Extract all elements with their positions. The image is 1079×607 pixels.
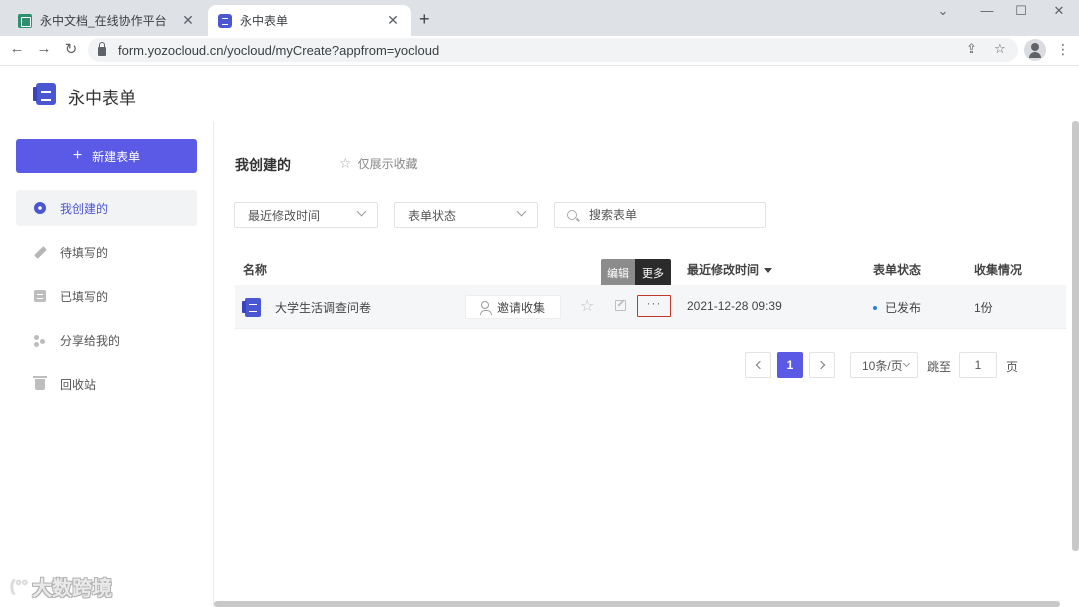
sort-select-value: 最近修改时间 [248, 208, 321, 223]
chevron-down-icon [356, 206, 367, 217]
address-bar[interactable]: form.yozocloud.cn/yocloud/myCreate?appfr… [88, 38, 1018, 62]
filled-form-icon [34, 290, 46, 302]
profile-avatar-icon[interactable] [1024, 39, 1046, 61]
tooltip-edit[interactable]: 编辑 [601, 259, 635, 287]
collected-count: 1份 [974, 301, 993, 315]
sidebar-item-shared[interactable]: 分享给我的 [16, 322, 197, 358]
favorite-star-icon[interactable]: ☆ [580, 296, 594, 316]
sidebar: + 新建表单 我创建的 待填写的 已填写的 分享给我的 回收站 [0, 121, 214, 607]
search-box[interactable] [554, 202, 766, 228]
chevron-right-icon [816, 360, 825, 370]
column-header-status: 表单状态 [873, 263, 922, 277]
tab-title: 永中表单 [240, 14, 289, 28]
minimize-icon[interactable]: — [972, 3, 1002, 18]
chevron-down-icon [516, 206, 527, 217]
chevron-down-icon [902, 359, 911, 368]
browser-tab-forms[interactable]: 永中表单 ✕ [208, 5, 411, 36]
main-content: 我创建的 ☆ 仅展示收藏 最近修改时间 表单状态 名称 最近修改时间 表单状态 … [214, 121, 1079, 607]
watermark-logo-icon: (°° [10, 577, 29, 595]
watermark-text: 大数跨境 [32, 578, 113, 600]
vertical-scrollbar[interactable] [1072, 121, 1079, 551]
pencil-icon [34, 245, 47, 259]
chevron-left-icon [755, 360, 764, 370]
sidebar-item-trash[interactable]: 回收站 [16, 366, 197, 402]
my-created-icon [34, 202, 46, 214]
next-page-button[interactable] [809, 352, 835, 378]
search-icon [567, 210, 577, 220]
tooltip-more[interactable]: 更多 [635, 259, 671, 287]
invite-collect-button[interactable]: 邀请收集 [465, 295, 561, 319]
plus-icon: + [72, 147, 83, 164]
invite-collect-label: 邀请收集 [496, 300, 545, 315]
tab-search-chevron-icon[interactable]: ⌄ [928, 3, 958, 19]
star-outline-icon: ☆ [339, 155, 352, 171]
sidebar-item-label: 待填写的 [60, 245, 109, 260]
favorites-filter-label: 仅展示收藏 [357, 157, 418, 171]
new-form-button[interactable]: + 新建表单 [16, 139, 197, 173]
new-form-label: 新建表单 [92, 149, 141, 164]
browser-tab-docs[interactable]: 永中文档_在线协作平台 ✕ [8, 5, 206, 36]
status-dot-icon [873, 305, 877, 310]
sidebar-item-filled[interactable]: 已填写的 [16, 278, 197, 314]
form-icon [242, 298, 261, 317]
back-icon[interactable]: ← [6, 40, 28, 57]
doc-favicon-icon [18, 13, 32, 28]
form-favicon-icon [218, 13, 232, 28]
page-size-select[interactable]: 10条/页 [850, 352, 918, 378]
maximize-icon[interactable]: ☐ [1006, 3, 1036, 19]
watermark: (°° 大数跨境 [10, 572, 112, 601]
app-logo-icon [33, 83, 56, 105]
column-header-label: 最近修改时间 [687, 263, 760, 277]
reload-icon[interactable]: ↻ [60, 40, 82, 58]
page-unit-label: 页 [1006, 360, 1019, 374]
column-header-name: 名称 [243, 263, 268, 277]
jump-label: 跳至 [927, 360, 952, 374]
status-select[interactable]: 表单状态 [394, 202, 538, 228]
sidebar-item-to-fill[interactable]: 待填写的 [16, 234, 197, 270]
form-name[interactable]: 大学生活调查问卷 [275, 299, 371, 316]
trash-icon [33, 375, 47, 390]
sidebar-item-label: 已填写的 [60, 289, 109, 304]
column-header-collected: 收集情况 [974, 263, 1023, 277]
page-size-value: 10条/页 [862, 358, 903, 373]
share-icon [34, 334, 46, 346]
sidebar-item-label: 回收站 [60, 377, 97, 392]
new-tab-icon[interactable]: + [419, 9, 430, 30]
sidebar-item-my-created[interactable]: 我创建的 [16, 190, 197, 226]
forward-icon[interactable]: → [33, 40, 55, 57]
app-header: 永中表单 [0, 67, 1079, 121]
favorites-filter-toggle[interactable]: ☆ 仅展示收藏 [339, 155, 418, 172]
browser-tab-bar: 永中文档_在线协作平台 ✕ 永中表单 ✕ + ⌄ — ☐ ✕ [0, 0, 1079, 36]
status-select-value: 表单状态 [408, 208, 457, 223]
share-page-icon[interactable]: ⇪ [966, 41, 977, 57]
sidebar-item-label: 分享给我的 [60, 333, 121, 348]
app-title: 永中表单 [68, 89, 136, 108]
window-close-icon[interactable]: ✕ [1044, 3, 1074, 19]
edit-icon[interactable] [615, 300, 626, 311]
more-actions-button[interactable]: ··· [637, 295, 671, 317]
bookmark-star-icon[interactable]: ☆ [994, 41, 1006, 57]
search-input[interactable] [589, 208, 749, 222]
sort-caret-icon [764, 268, 773, 274]
url-text: form.yozocloud.cn/yocloud/myCreate?appfr… [118, 42, 440, 58]
page-title: 我创建的 [235, 157, 291, 173]
page-number-button[interactable]: 1 [777, 352, 803, 378]
sidebar-item-label: 我创建的 [60, 201, 109, 216]
jump-page-input[interactable] [959, 352, 997, 378]
person-icon [479, 301, 492, 315]
close-tab-icon[interactable]: ✕ [180, 12, 196, 29]
status-label: 已发布 [885, 301, 922, 315]
tab-title: 永中文档_在线协作平台 [40, 14, 167, 28]
sort-select[interactable]: 最近修改时间 [234, 202, 378, 228]
modified-time: 2021-12-28 09:39 [687, 299, 782, 313]
horizontal-scrollbar[interactable] [214, 601, 1060, 607]
close-tab-icon[interactable]: ✕ [385, 12, 401, 29]
lock-icon[interactable] [98, 42, 106, 56]
browser-menu-icon[interactable]: ⋮ [1056, 41, 1070, 58]
table-row[interactable]: 大学生活调查问卷 邀请收集 ☆ ··· 2021-12-28 09:39 已发布… [235, 285, 1066, 329]
status-badge: 已发布 [873, 299, 921, 316]
prev-page-button[interactable] [745, 352, 771, 378]
browser-toolbar: ← → ↻ form.yozocloud.cn/yocloud/myCreate… [0, 36, 1079, 66]
column-header-modified[interactable]: 最近修改时间 [687, 261, 773, 278]
